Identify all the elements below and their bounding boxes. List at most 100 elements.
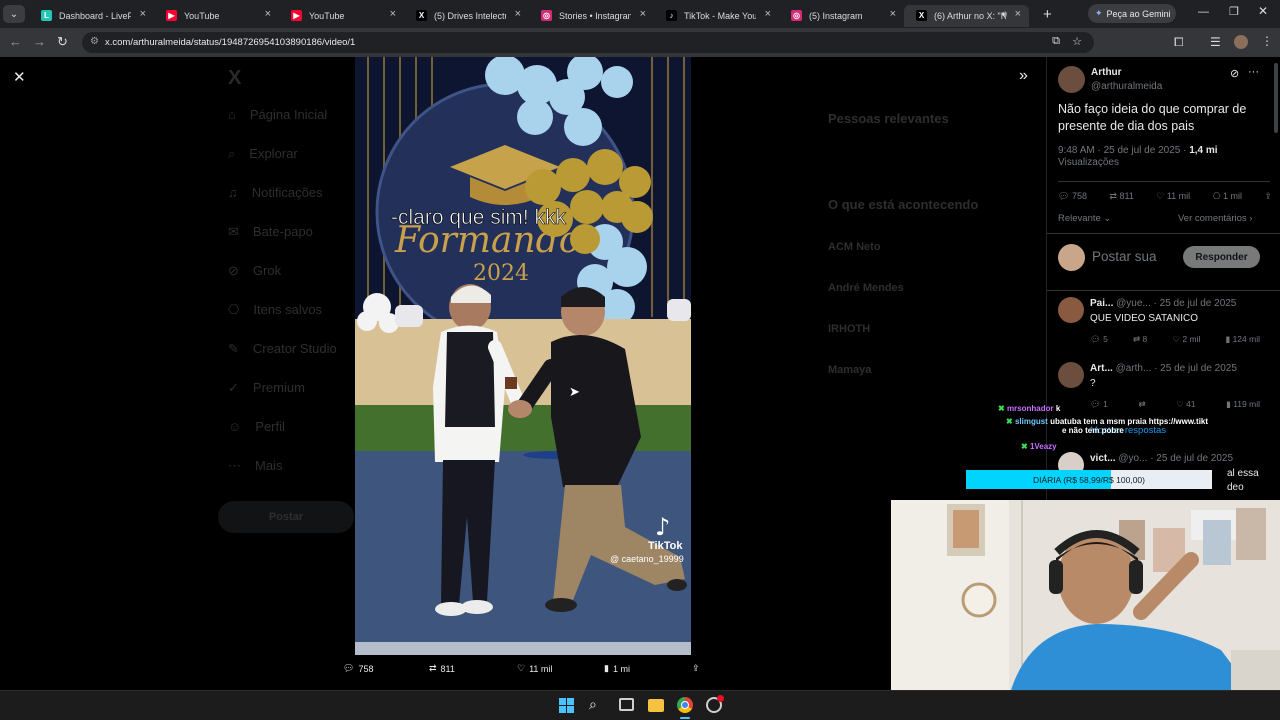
stat-replies-count: 758 — [1071, 191, 1087, 201]
reply-author-handle[interactable]: @arth... — [1116, 363, 1152, 374]
see-comments-link[interactable]: Ver comentários › — [1178, 213, 1252, 224]
reply-replies[interactable]: 💬︎ 1 — [1090, 399, 1108, 410]
expand-panel-button[interactable]: » — [1019, 67, 1028, 85]
reply-submit-button[interactable]: Responder — [1183, 246, 1260, 268]
browser-tab[interactable]: ▶ YouTube × — [279, 5, 404, 27]
obs-taskbar-button[interactable] — [706, 695, 724, 713]
tab-close-icon[interactable]: × — [640, 8, 646, 20]
reply-item[interactable]: Art... @arth... · 25 de jul de 2025? 💬︎ 1… — [1047, 362, 1280, 422]
tab-title: Stories • Instagram — [559, 11, 631, 21]
stat-reposts[interactable]: ⇄ 811 — [1109, 191, 1133, 202]
reply-author-handle[interactable]: @yue... — [1116, 298, 1151, 309]
reply-reposts[interactable]: ⇄ 8 — [1133, 334, 1147, 345]
author-name[interactable]: Arthur — [1091, 67, 1122, 78]
author-avatar[interactable] — [1058, 66, 1085, 93]
tweet-stats-row: 💬︎ 758 ⇄ 811 ♡ 11 mil ⎔ 1 mil ⇪ — [1058, 191, 1272, 202]
reply-item[interactable]: Pai... @yue... · 25 de jul de 2025 QUE VI… — [1047, 297, 1280, 357]
browser-tab[interactable]: ▶ YouTube × — [154, 5, 279, 27]
grok-icon[interactable]: ⊘ — [1230, 67, 1239, 80]
reply-author-name[interactable]: Art... — [1090, 363, 1113, 374]
maximize-button[interactable]: ❐ — [1229, 5, 1239, 18]
back-button[interactable]: ← — [9, 34, 22, 49]
more-options-icon[interactable]: ··· — [1248, 66, 1259, 78]
reply-input[interactable]: Postar sua — [1092, 249, 1157, 264]
gemini-button[interactable]: ✦ Peça ao Gemini — [1088, 4, 1176, 23]
browser-tab[interactable]: ◎ Stories • Instagram × — [529, 5, 654, 27]
views-icon: ▮ — [604, 663, 609, 673]
chat-username: 1Veazy — [1029, 442, 1057, 451]
tab-close-icon[interactable]: × — [1015, 8, 1021, 20]
bookmark-star-icon[interactable]: ☆ — [1072, 35, 1082, 48]
browser-tab[interactable]: L Dashboard - LivePix × — [29, 5, 154, 27]
bg-nav-item: ♫ Notificações — [228, 185, 323, 200]
goal-bar: DIÁRIA (R$ 58,99/R$ 100,00) — [966, 470, 1212, 489]
video-player[interactable]: Formandos 2024 ♪ TikTok @ caetano_19999 … — [355, 57, 691, 655]
tab-close-icon[interactable]: × — [765, 8, 771, 20]
minimize-button[interactable]: — — [1198, 6, 1209, 18]
video-views-button[interactable]: ▮ 1 mi — [604, 663, 630, 674]
browser-tab[interactable]: X (5) Drives Intelectuais × — [404, 5, 529, 27]
reply-author-name[interactable]: vict... — [1090, 453, 1116, 464]
gemini-icon: ✦ — [1095, 8, 1103, 18]
close-window-button[interactable]: ✕ — [1258, 4, 1268, 18]
reply-date: · 25 de jul de 2025 — [1154, 363, 1237, 374]
reply-likes-count: 2 mil — [1182, 334, 1201, 344]
reply-author-handle[interactable]: @yo... — [1118, 453, 1147, 464]
extensions-icon[interactable]: ⧠ — [1174, 35, 1184, 50]
tab-close-icon[interactable]: × — [890, 8, 896, 20]
install-icon[interactable]: ⧉ — [1052, 35, 1060, 48]
stat-likes[interactable]: ♡ 11 mil — [1156, 191, 1190, 202]
task-view-button[interactable] — [619, 698, 634, 711]
mouse-cursor-icon: ➤ — [569, 384, 580, 399]
reply-likes[interactable]: ♡ 41 — [1176, 399, 1195, 410]
reply-views[interactable]: ▮ 119 mil — [1226, 399, 1260, 410]
more-menu-icon[interactable]: ⋮ — [1261, 34, 1273, 48]
reply-reposts[interactable]: ⇄ — [1138, 399, 1145, 410]
reading-list-icon[interactable]: ☰ — [1210, 35, 1221, 49]
stat-bookmarks[interactable]: ⎔ 1 mil — [1213, 191, 1242, 202]
reply-likes[interactable]: ♡ 2 mil — [1172, 334, 1200, 345]
reply-author-avatar[interactable] — [1058, 362, 1084, 388]
share-icon: ⇪ — [1264, 191, 1272, 201]
tab-title: Dashboard - LivePix — [59, 11, 131, 21]
bg-nav-item: ✎ Creator Studio — [228, 341, 337, 357]
search-taskbar-button[interactable]: ⌕ — [589, 696, 597, 713]
reply-author-name[interactable]: Pai... — [1090, 298, 1113, 309]
start-button[interactable] — [559, 698, 574, 713]
file-explorer-button[interactable] — [648, 699, 664, 712]
tab-close-icon[interactable]: × — [515, 8, 521, 20]
gemini-label: Peça ao Gemini — [1106, 8, 1171, 19]
video-reply-button[interactable]: 💬︎ 758 — [343, 663, 373, 674]
author-handle[interactable]: @arthuralmeida — [1091, 81, 1162, 92]
address-bar[interactable]: ⚙ x.com/arthuralmeida/status/19487269541… — [82, 32, 1094, 53]
tab-search-button[interactable]: ⌄ — [3, 5, 25, 23]
tab-close-icon[interactable]: × — [265, 8, 271, 20]
new-tab-button[interactable]: + — [1043, 6, 1052, 23]
browser-tab[interactable]: ◎ (5) Instagram × — [779, 5, 904, 27]
reply-replies-count: 5 — [1103, 334, 1108, 344]
audio-playing-icon[interactable]: 🔊︎ — [1001, 9, 1007, 20]
bg-nav-item: ⌕ Explorar — [228, 146, 298, 162]
tab-close-icon[interactable]: × — [140, 8, 146, 20]
browser-tab[interactable]: ♪ TikTok - Make Your Day × — [654, 5, 779, 27]
close-viewer-button[interactable]: ✕ — [13, 68, 26, 86]
forward-button[interactable]: → — [33, 34, 46, 49]
share-button[interactable]: ⇪ — [1264, 191, 1272, 202]
tab-close-icon[interactable]: × — [390, 8, 396, 20]
reply-author-avatar[interactable] — [1058, 297, 1084, 323]
profile-avatar[interactable] — [1234, 35, 1248, 49]
chat-username: mrsonhador — [1006, 404, 1054, 413]
grok-icon: ⊘ — [228, 263, 239, 278]
video-share-button[interactable]: ⇪ — [692, 663, 700, 674]
chrome-taskbar-button[interactable] — [677, 697, 693, 713]
video-like-button[interactable]: ♡ 11 mil — [517, 663, 552, 674]
reload-button[interactable]: ↻ — [57, 34, 68, 50]
reply-replies[interactable]: 💬︎ 5 — [1090, 334, 1108, 345]
reply-views[interactable]: ▮ 124 mil — [1226, 334, 1260, 345]
stat-replies[interactable]: 💬︎ 758 — [1058, 191, 1087, 202]
video-repost-button[interactable]: ⇄ 811 — [429, 663, 455, 674]
reply-stats: 💬︎ 1 ⇄ ♡ 41 ▮ 119 mil — [1090, 399, 1260, 410]
scrollbar[interactable] — [1274, 63, 1278, 133]
browser-tab[interactable]: X (6) Arthur no X: "N 🔊︎ × — [904, 5, 1029, 27]
sort-dropdown[interactable]: Relevante ⌄ — [1058, 213, 1111, 224]
